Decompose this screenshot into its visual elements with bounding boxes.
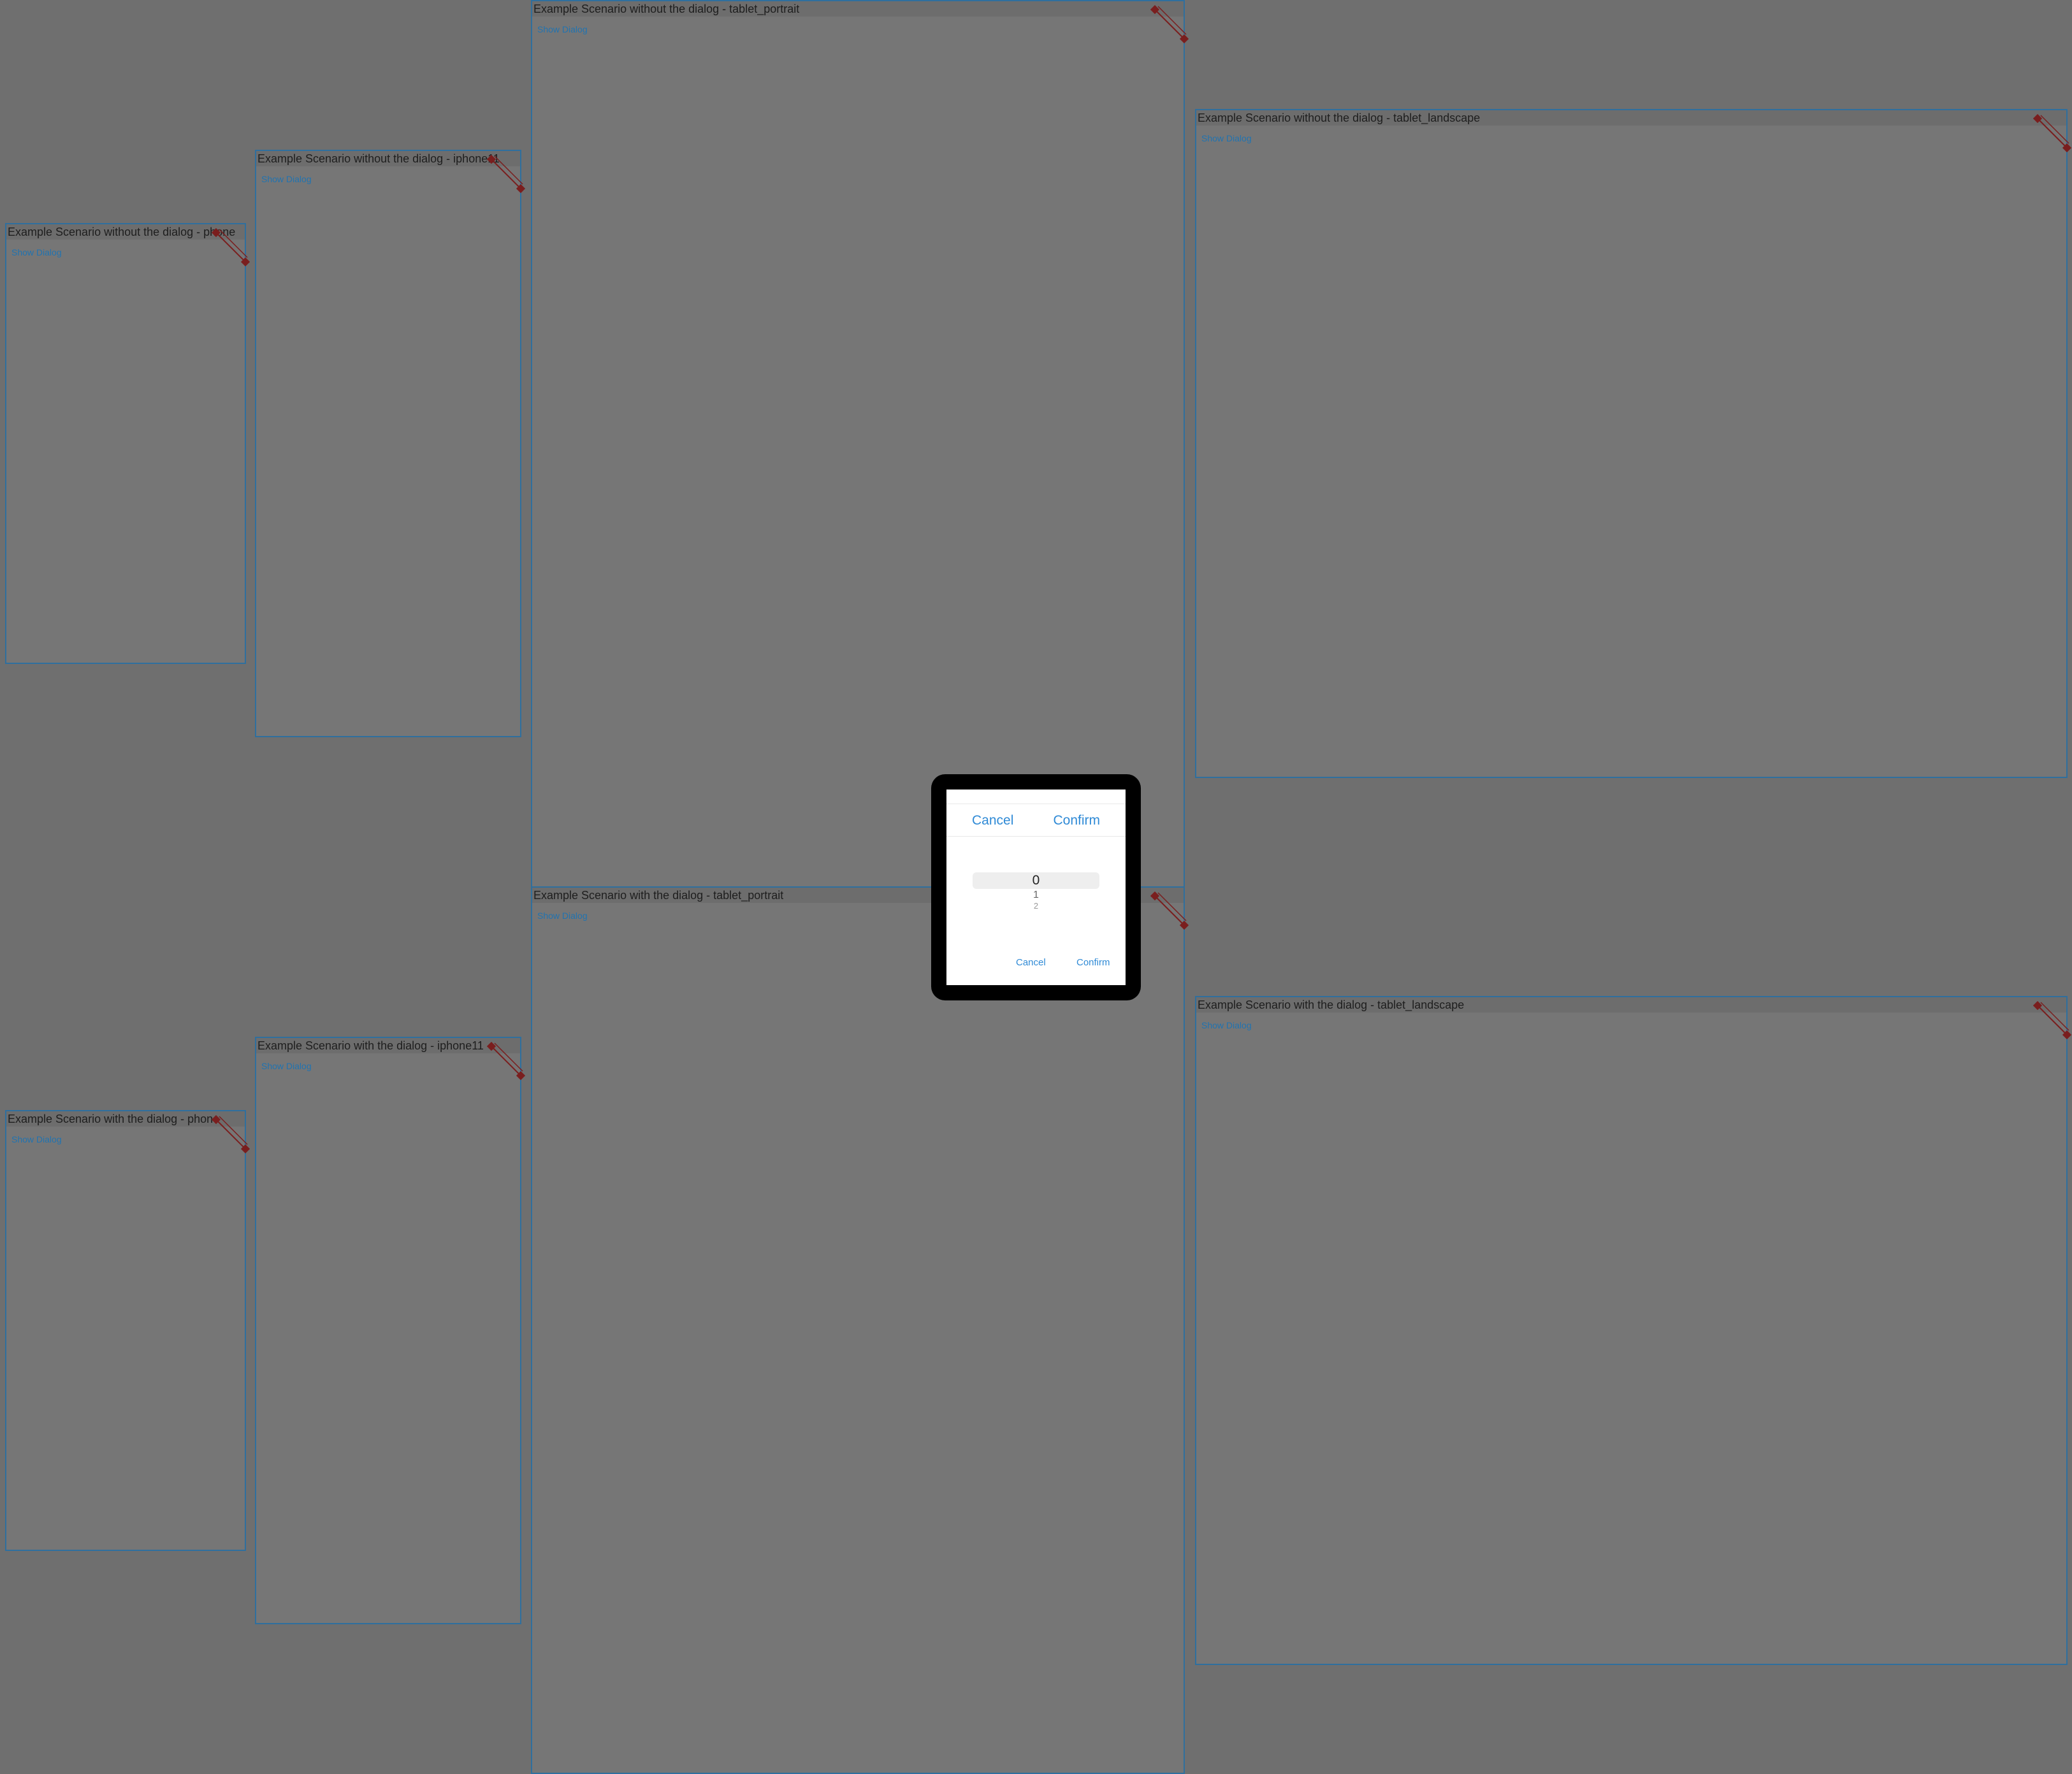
scenario-title: Example Scenario with the dialog - table… <box>1196 997 2066 1013</box>
resize-handle[interactable] <box>1150 5 1189 43</box>
picker-item[interactable]: 0 <box>946 872 1126 889</box>
resize-handle-icon <box>2033 1001 2071 1039</box>
scenario-title: Example Scenario without the dialog - ph… <box>6 224 245 240</box>
show-dialog-link[interactable]: Show Dialog <box>261 174 312 184</box>
scenario-title: Example Scenario without the dialog - ip… <box>256 151 520 166</box>
scenario-title: Example Scenario with the dialog - iphon… <box>256 1038 520 1053</box>
scenario-title: Example Scenario with the dialog - phone <box>6 1111 245 1127</box>
resize-handle-icon <box>2033 114 2071 152</box>
show-dialog-link[interactable]: Show Dialog <box>1201 1020 1252 1030</box>
resize-handle[interactable] <box>212 228 250 266</box>
resize-handle[interactable] <box>487 1042 525 1080</box>
scenario-frame-phone-without: Example Scenario without the dialog - ph… <box>5 223 250 664</box>
resize-handle[interactable] <box>212 1115 250 1153</box>
scenario-frame-iphone11-with: Example Scenario with the dialog - iphon… <box>255 1037 525 1624</box>
resize-handle[interactable] <box>487 155 525 193</box>
show-dialog-link[interactable]: Show Dialog <box>11 1134 62 1144</box>
show-dialog-link[interactable]: Show Dialog <box>537 911 588 921</box>
picker-item[interactable]: 1 <box>946 889 1126 902</box>
dialog: Cancel Confirm 0 1 2 Cancel Confirm <box>946 790 1126 985</box>
resize-handle-icon <box>1150 891 1189 930</box>
resize-handle-icon <box>487 1042 525 1080</box>
dialog-confirm-button[interactable]: Confirm <box>1053 813 1100 828</box>
scenario-frame-tablet-landscape-without: Example Scenario without the dialog - ta… <box>1195 109 2071 778</box>
scenario-title: Example Scenario without the dialog - ta… <box>1196 110 2066 126</box>
picker-item[interactable]: 2 <box>946 901 1126 911</box>
resize-handle-icon <box>212 1115 250 1153</box>
resize-handle[interactable] <box>2033 114 2071 152</box>
scenario-frame-tablet-landscape-with: Example Scenario with the dialog - table… <box>1195 996 2071 1665</box>
scenario-frame-iphone11-without: Example Scenario without the dialog - ip… <box>255 150 525 737</box>
scenario-frame-tablet-portrait-with: Example Scenario with the dialog - table… <box>531 886 1189 1774</box>
picker-cancel-button[interactable]: Cancel <box>1016 957 1046 968</box>
resize-handle-icon <box>212 228 250 266</box>
scenario-frame-phone-with: Example Scenario with the dialog - phone… <box>5 1110 250 1551</box>
dialog-device-frame: Cancel Confirm 0 1 2 Cancel Confirm <box>931 774 1141 1000</box>
resize-handle-icon <box>487 155 525 193</box>
show-dialog-link[interactable]: Show Dialog <box>537 24 588 34</box>
resize-handle[interactable] <box>2033 1001 2071 1039</box>
dialog-cancel-button[interactable]: Cancel <box>972 813 1013 828</box>
show-dialog-link[interactable]: Show Dialog <box>1201 133 1252 143</box>
picker-confirm-button[interactable]: Confirm <box>1076 957 1110 968</box>
show-dialog-link[interactable]: Show Dialog <box>11 247 62 257</box>
resize-handle[interactable] <box>1150 891 1189 930</box>
scenario-frame-tablet-portrait-without: Example Scenario without the dialog - ta… <box>531 0 1189 888</box>
dialog-header: Cancel Confirm <box>946 804 1126 837</box>
resize-handle-icon <box>1150 5 1189 43</box>
scenario-title: Example Scenario without the dialog - ta… <box>532 1 1184 17</box>
show-dialog-link[interactable]: Show Dialog <box>261 1061 312 1071</box>
